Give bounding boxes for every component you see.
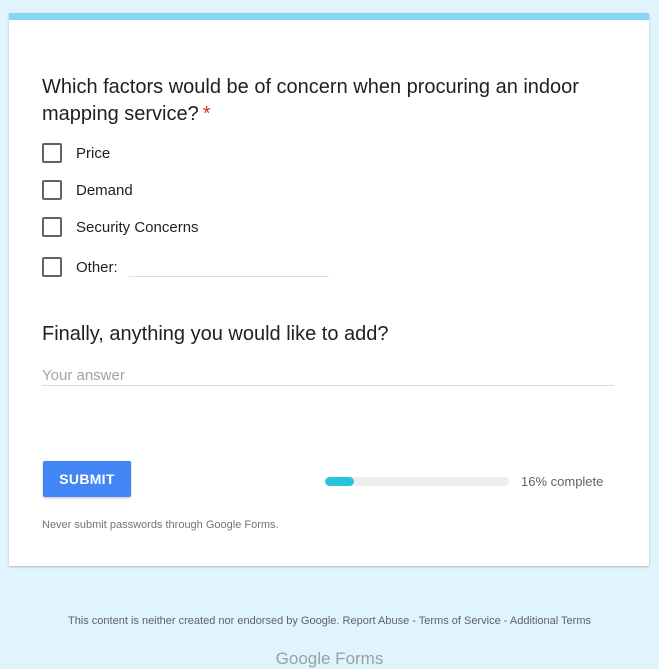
option-other[interactable]: Other: [42,256,118,278]
question-2-title: Finally, anything you would like to add? [42,323,389,345]
password-warning: Never submit passwords through Google Fo… [42,519,279,531]
option-label-demand: Demand [76,181,133,199]
google-forms-logo[interactable]: Google Forms [0,649,659,669]
option-label-price: Price [76,144,111,162]
option-security-concerns[interactable]: Security Concerns [42,216,199,238]
footer: This content is neither created nor endo… [0,615,659,627]
footer-separator: - [503,615,508,627]
report-abuse-link[interactable]: Report Abuse [343,615,410,627]
answer-input[interactable] [42,365,614,386]
checkbox-demand[interactable] [42,180,62,200]
required-asterisk: * [202,103,211,125]
progress-bar-fill [325,477,355,486]
form-card: Which factors would be of concern when p… [9,13,649,566]
progress-text: 16% complete [521,474,604,489]
header-accent-bar [9,13,649,20]
option-demand[interactable]: Demand [42,179,133,201]
progress-bar [325,477,509,486]
submit-button[interactable]: SUBMIT [43,461,131,497]
option-label-security-concerns: Security Concerns [76,218,199,236]
other-text-input[interactable] [129,276,329,277]
additional-terms-link[interactable]: Additional Terms [510,615,591,627]
question-1-text: Which factors would be of concern when p… [42,76,579,125]
footer-disclaimer: This content is neither created nor endo… [67,615,340,627]
question-1-title: Which factors would be of concern when p… [42,74,612,128]
footer-separator: - [412,615,416,627]
option-label-other: Other: [76,258,118,276]
checkbox-other[interactable] [42,257,62,277]
option-price[interactable]: Price [42,142,110,164]
terms-of-service-link[interactable]: Terms of Service [419,615,501,627]
checkbox-price[interactable] [42,143,62,163]
checkbox-security-concerns[interactable] [42,217,62,237]
